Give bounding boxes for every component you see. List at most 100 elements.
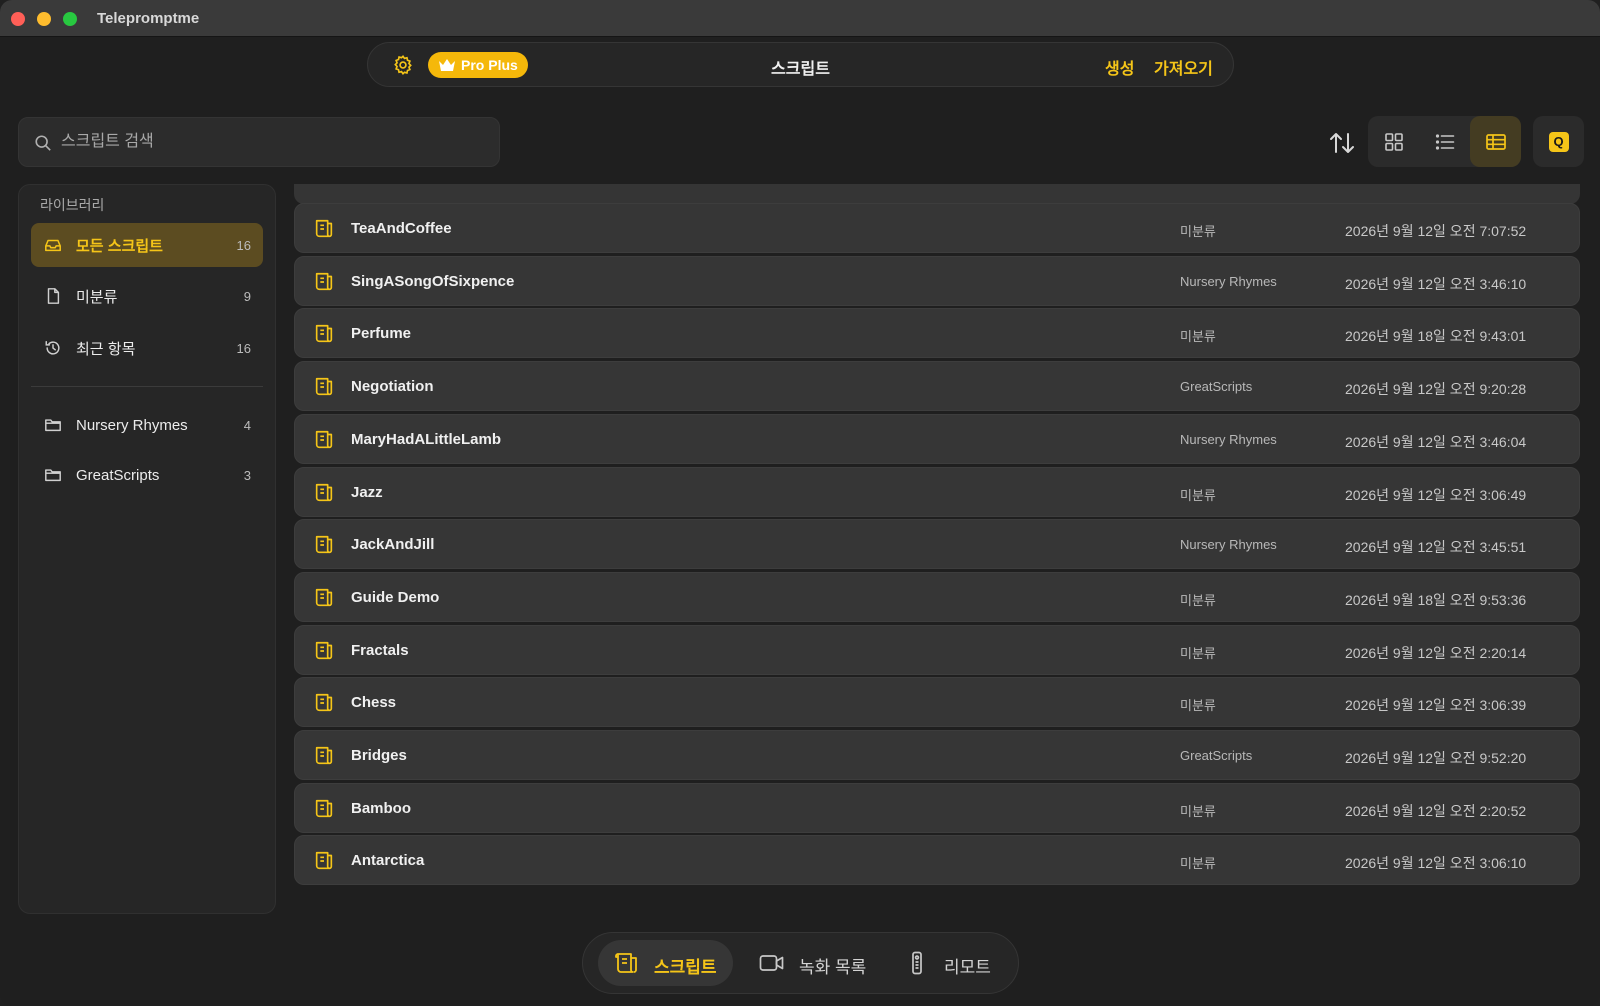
script-row[interactable]: Perfume 미분류 2026년 9월 18일 오전 9:43:01 [294, 308, 1580, 359]
pro-plus-label: Pro Plus [461, 57, 518, 73]
script-name: TeaAndCoffee [351, 220, 452, 237]
tray-icon [45, 239, 61, 252]
script-date: 2026년 9월 12일 오전 9:52:20 [1345, 750, 1527, 766]
nav-label: 녹화 목록 [799, 958, 867, 977]
gear-icon[interactable] [392, 54, 414, 76]
quick-open-button[interactable]: Q [1533, 116, 1584, 167]
script-icon [315, 799, 333, 817]
folder-icon [45, 419, 61, 432]
script-row[interactable]: Negotiation GreatScripts 2026년 9월 12일 오전 9… [294, 361, 1580, 412]
sidebar-item-count: 9 [243, 288, 251, 304]
nav-remote[interactable]: 리모트 [888, 940, 1006, 986]
sidebar: 라이브러리 모든 스크립트 16 미분류 9 최근 항목 16 Nursery … [18, 184, 276, 914]
script-folder: Nursery Rhymes [1180, 431, 1277, 447]
script-date: 2026년 9월 18일 오전 9:53:36 [1345, 591, 1527, 608]
script-row[interactable]: Bamboo 미분류 2026년 9월 12일 오전 2:20:52 [294, 782, 1580, 833]
script-date: 2026년 9월 12일 오전 9:20:28 [1345, 381, 1527, 398]
search-bar [18, 117, 500, 167]
nav-label: 스크립트 [654, 958, 717, 977]
script-row[interactable]: Chess 미분류 2026년 9월 12일 오전 3:06:39 [294, 677, 1580, 728]
script-name: Bamboo [351, 799, 411, 817]
search-input[interactable] [61, 128, 481, 156]
minimize-window-button[interactable] [37, 12, 51, 26]
script-name: Antarctica [351, 852, 425, 870]
create-button[interactable]: 생성 [1105, 55, 1134, 79]
script-row[interactable]: Jazz 미분류 2026년 9월 12일 오전 3:06:49 [294, 466, 1580, 517]
script-icon [315, 483, 333, 501]
script-icon [315, 430, 333, 448]
sort-icon[interactable] [1327, 129, 1357, 157]
script-row[interactable]: Bridges GreatScripts 2026년 9월 12일 오전 9:52:… [294, 730, 1580, 780]
sidebar-item-recent[interactable]: 최근 항목 16 [31, 326, 263, 370]
script-icon [315, 588, 333, 607]
sidebar-item-label: 미분류 [76, 288, 118, 306]
script-name: SingASongOfSixpence [351, 272, 515, 290]
script-row[interactable]: Fractals 미분류 2026년 9월 12일 오전 2:20:14 [294, 624, 1580, 675]
script-folder: 미분류 [1180, 645, 1216, 661]
sidebar-heading: 라이브러리 [40, 197, 105, 213]
script-row[interactable]: SingASongOfSixpence Nursery Rhymes 2026년 9… [294, 255, 1580, 306]
script-folder: 미분류 [1180, 592, 1216, 608]
script-icon [315, 378, 333, 396]
script-name: MaryHadALittleLamb [351, 430, 502, 448]
script-date: 2026년 9월 12일 오전 3:46:04 [1345, 433, 1527, 450]
script-date: 2026년 9월 18일 오전 9:43:01 [1345, 328, 1527, 345]
script-row[interactable]: MaryHadALittleLamb Nursery Rhymes 2026년 9월… [294, 413, 1580, 464]
script-date: 2026년 9월 12일 오전 7:07:52 [1345, 223, 1527, 239]
close-window-button[interactable] [11, 12, 25, 26]
script-row[interactable]: Guide Demo 미분류 2026년 9월 18일 오전 9:53:36 [294, 571, 1580, 622]
q-icon: Q [1548, 131, 1569, 152]
title-bar: Telepromptme [0, 0, 1600, 37]
app-window: Telepromptme Pro Plus 스크립트 생성 가져오기 스크립트 … [0, 0, 1600, 1006]
script-icon [315, 641, 333, 659]
sidebar-folder-count: 4 [243, 417, 251, 433]
script-icon [315, 694, 333, 712]
folder-icon [45, 469, 61, 482]
sidebar-item-uncategorized[interactable]: 미분류 9 [31, 274, 263, 318]
sidebar-item-label: 모든 스크립트 [76, 237, 163, 255]
script-date: 2026년 9월 12일 오전 3:06:49 [1345, 486, 1527, 503]
table-view-button[interactable] [1470, 116, 1521, 167]
view-mode-group [1368, 116, 1521, 167]
nav-scripts[interactable]: 스크립트 [598, 940, 733, 986]
script-folder: GreatScripts [1180, 379, 1253, 395]
table-icon [1485, 133, 1506, 150]
search-icon [35, 135, 51, 151]
script-list: TeaAndCoffee 미분류 2026년 9월 12일 오전 7:07:52 Si… [294, 184, 1580, 904]
list-view-button[interactable] [1419, 116, 1470, 167]
script-row[interactable]: JackAndJill Nursery Rhymes 2026년 9월 12일 오전… [294, 519, 1580, 570]
script-folder: GreatScripts [1180, 748, 1253, 763]
script-date: 2026년 9월 12일 오전 2:20:52 [1345, 802, 1527, 819]
sidebar-folder-greatscripts[interactable]: GreatScripts 3 [31, 453, 263, 497]
script-folder: 미분류 [1180, 224, 1216, 239]
sidebar-divider [31, 386, 263, 387]
script-date: 2026년 9월 12일 오전 2:20:14 [1345, 644, 1527, 661]
top-toolbar: Pro Plus 스크립트 생성 가져오기 [367, 42, 1234, 87]
script-row[interactable]: Antarctica 미분류 2026년 9월 12일 오전 3:06:10 [294, 835, 1580, 886]
sidebar-folder-nursery-rhymes[interactable]: Nursery Rhymes 4 [31, 403, 263, 447]
script-folder: 미분류 [1180, 856, 1216, 872]
nav-label: 리모트 [944, 958, 991, 977]
grid-view-button[interactable] [1368, 116, 1419, 167]
script-folder: 미분류 [1180, 803, 1216, 819]
script-folder: Nursery Rhymes [1180, 537, 1277, 553]
script-icon [315, 219, 333, 238]
script-row[interactable]: TeaAndCoffee 미분류 2026년 9월 12일 오전 7:07:52 [294, 203, 1580, 253]
script-name: Negotiation [351, 378, 434, 396]
sidebar-folder-label: GreatScripts [76, 466, 160, 484]
sidebar-item-label: 최근 항목 [76, 340, 136, 358]
nav-recordings[interactable]: 녹화 목록 [743, 940, 878, 986]
script-name: Bridges [351, 747, 407, 764]
history-icon [45, 340, 60, 355]
sidebar-item-all-scripts[interactable]: 모든 스크립트 16 [31, 223, 263, 267]
app-title: Telepromptme [97, 10, 200, 27]
partially-scrolled-row [294, 184, 1580, 204]
zoom-window-button[interactable] [63, 12, 77, 26]
script-folder: Nursery Rhymes [1180, 273, 1277, 289]
script-icon [315, 852, 333, 870]
video-camera-icon [759, 955, 784, 971]
script-name: Guide Demo [351, 588, 440, 606]
script-icon [315, 325, 333, 343]
pro-plus-badge[interactable]: Pro Plus [428, 52, 528, 78]
import-button[interactable]: 가져오기 [1154, 55, 1213, 79]
